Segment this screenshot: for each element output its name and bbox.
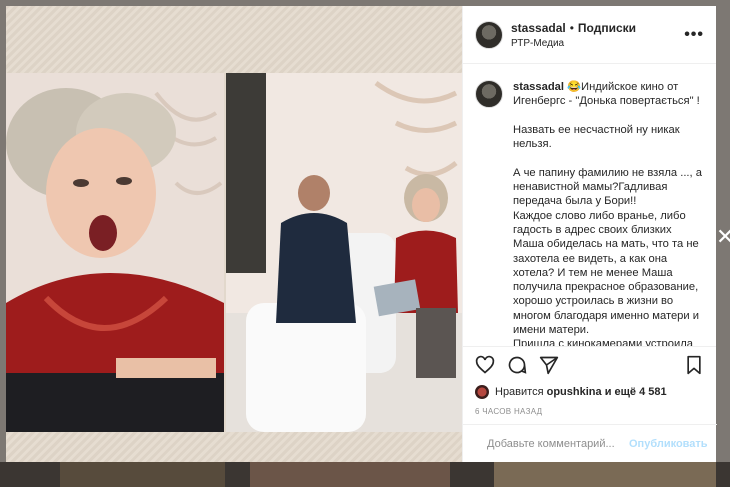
likes-count[interactable]: и ещё 4 581 bbox=[605, 386, 667, 398]
liker-avatar[interactable] bbox=[475, 385, 489, 399]
post-media[interactable]: Х bbox=[6, 6, 462, 462]
follow-button[interactable]: Подписки bbox=[578, 21, 636, 35]
media-border-top bbox=[6, 6, 462, 73]
post-details-panel: stassadal • Подписки РТР-Медиа ••• stassad… bbox=[462, 6, 717, 462]
more-icon[interactable]: ••• bbox=[684, 26, 704, 44]
likes-prefix: Нравится bbox=[495, 386, 544, 398]
caption: stassadal 😂Индийское кино от Игенбергс -… bbox=[513, 80, 704, 346]
photo-left-closeup bbox=[6, 73, 224, 432]
avatar[interactable] bbox=[475, 80, 503, 108]
feed-thumbnail[interactable] bbox=[250, 462, 450, 487]
feed-thumbnail[interactable] bbox=[60, 462, 225, 487]
photo-right-studio bbox=[226, 73, 462, 432]
share-icon[interactable] bbox=[539, 355, 559, 375]
caption-username[interactable]: stassadal bbox=[513, 81, 564, 93]
header-separator: • bbox=[569, 20, 574, 35]
post-modal: Х stassadal•Подписки РТР-Медиа ••• stass… bbox=[6, 6, 717, 462]
action-icons-row bbox=[475, 353, 704, 377]
post-header-text: stassadal • Подписки РТР-Медиа bbox=[511, 21, 684, 49]
caption-text: 😂Индийское кино от Игенбергс - "Донька п… bbox=[513, 81, 702, 346]
feed-thumbnail[interactable] bbox=[494, 462, 716, 487]
heart-icon[interactable] bbox=[475, 355, 495, 375]
media-border-bottom bbox=[6, 432, 462, 462]
bookmark-icon[interactable] bbox=[684, 355, 704, 375]
comment-input[interactable] bbox=[487, 437, 629, 450]
author-username[interactable]: stassadal bbox=[511, 21, 566, 35]
comments-area: stassadal 😂Индийское кино от Игенбергс -… bbox=[463, 64, 716, 346]
liker-username[interactable]: opushkina bbox=[547, 386, 602, 398]
add-comment-bar: Опубликовать bbox=[463, 424, 717, 462]
post-location[interactable]: РТР-Медиа bbox=[511, 38, 684, 49]
media-overlay-text: Х bbox=[316, 459, 325, 462]
post-timestamp[interactable]: 6 ЧАСОВ НАЗАД bbox=[475, 407, 704, 416]
photo-left-illustration bbox=[6, 73, 224, 432]
likes-row: Нравится opushkina и ещё 4 581 bbox=[475, 385, 704, 399]
post-header-row: stassadal • Подписки bbox=[511, 21, 684, 35]
post-header: stassadal • Подписки РТР-Медиа ••• bbox=[463, 6, 716, 64]
comment-icon[interactable] bbox=[507, 355, 527, 375]
photo-right-illustration bbox=[226, 73, 462, 432]
publish-button[interactable]: Опубликовать bbox=[629, 438, 708, 450]
avatar[interactable] bbox=[475, 20, 503, 49]
close-icon[interactable]: ✕ bbox=[716, 225, 730, 249]
